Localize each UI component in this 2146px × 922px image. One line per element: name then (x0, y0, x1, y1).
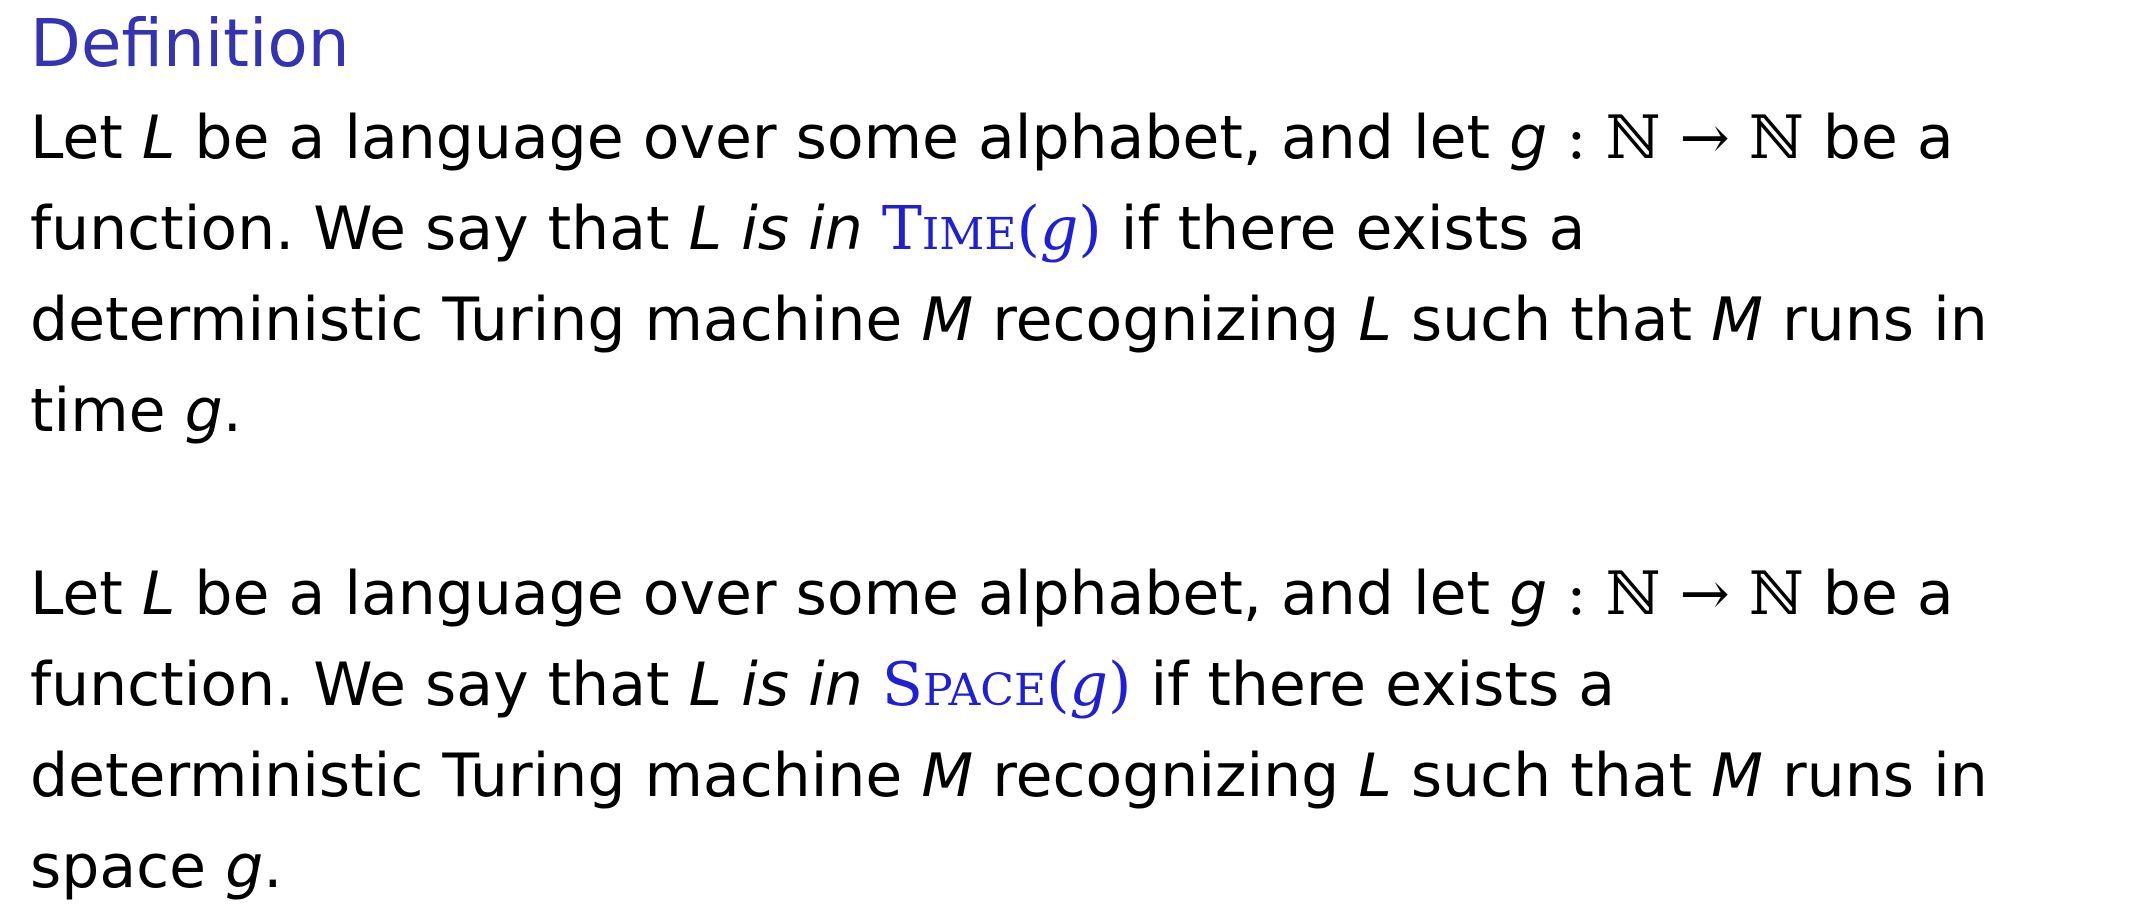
class-rest: IME (921, 209, 1017, 260)
class-initial: S (881, 650, 923, 720)
var-g: g (1509, 559, 1548, 629)
var-L: L (1358, 741, 1392, 811)
text: space (30, 832, 226, 902)
definition-title: Definition (30, 5, 350, 82)
text: time (30, 376, 185, 446)
close-paren: ) (1078, 194, 1102, 264)
time-line-1: Let L be a language over some alphabet, … (30, 93, 2140, 184)
var-L: L (1358, 285, 1392, 355)
naturals-symbol: ℕ (1605, 103, 1661, 173)
var-g: g (1039, 194, 1079, 264)
text: be a language over some alphabet, and le… (175, 103, 1510, 173)
naturals-symbol: ℕ (1748, 559, 1804, 629)
is-in-emphasis: is in (722, 650, 882, 720)
var-L: L (688, 650, 723, 720)
text: Let (30, 103, 142, 173)
class-rest: PACE (922, 665, 1047, 716)
text: recognizing (973, 741, 1359, 811)
space-class-name: SPACE(g) (882, 650, 1132, 720)
text: recognizing (973, 285, 1359, 355)
class-initial: T (881, 194, 922, 264)
open-paren: ( (1016, 194, 1040, 264)
text: be a language over some alphabet, and le… (175, 559, 1510, 629)
text: deterministic Turing machine (30, 285, 922, 355)
var-g: g (1069, 650, 1108, 720)
var-M: M (921, 741, 974, 811)
text: Let (30, 559, 142, 629)
text: runs in (1762, 741, 1988, 811)
text: deterministic Turing machine (30, 741, 922, 811)
colon: : (1547, 559, 1606, 629)
space-definition-paragraph: Let L be a language over some alphabet, … (30, 549, 2140, 913)
time-line-2: function. We say that L is in TIME(g) if… (30, 184, 2140, 275)
var-M: M (921, 285, 974, 355)
space-line-1: Let L be a language over some alphabet, … (30, 549, 2140, 640)
var-L: L (141, 103, 176, 173)
time-line-3: deterministic Turing machine M recognizi… (30, 275, 2140, 366)
space-line-2: function. We say that L is in SPACE(g) i… (30, 640, 2140, 731)
text: if there exists a (1131, 650, 1616, 720)
text: runs in (1762, 285, 1988, 355)
var-L: L (141, 559, 176, 629)
open-paren: ( (1046, 650, 1070, 720)
is-in-emphasis: is in (722, 194, 882, 264)
text: . (222, 376, 242, 446)
space-line-3: deterministic Turing machine M recognizi… (30, 731, 2140, 822)
time-definition-paragraph: Let L be a language over some alphabet, … (30, 93, 2140, 457)
text: such that (1391, 741, 1712, 811)
text: be a (1803, 559, 1954, 629)
var-M: M (1711, 741, 1763, 811)
text: be a (1803, 103, 1954, 173)
var-M: M (1711, 285, 1763, 355)
var-g: g (1509, 103, 1548, 173)
naturals-symbol: ℕ (1605, 559, 1661, 629)
text: if there exists a (1101, 194, 1586, 264)
var-g: g (184, 376, 223, 446)
arrow-symbol: → (1660, 559, 1749, 629)
text: such that (1391, 285, 1712, 355)
var-L: L (688, 194, 723, 264)
naturals-symbol: ℕ (1748, 103, 1804, 173)
text: function. We say that (30, 650, 689, 720)
text: . (263, 832, 283, 902)
close-paren: ) (1107, 650, 1132, 720)
time-class-name: TIME(g) (882, 194, 1102, 264)
arrow-symbol: → (1660, 103, 1749, 173)
time-line-4: time g. (30, 366, 2140, 457)
colon: : (1547, 103, 1606, 173)
text: function. We say that (30, 194, 689, 264)
var-g: g (225, 832, 264, 902)
space-line-4: space g. (30, 822, 2140, 913)
